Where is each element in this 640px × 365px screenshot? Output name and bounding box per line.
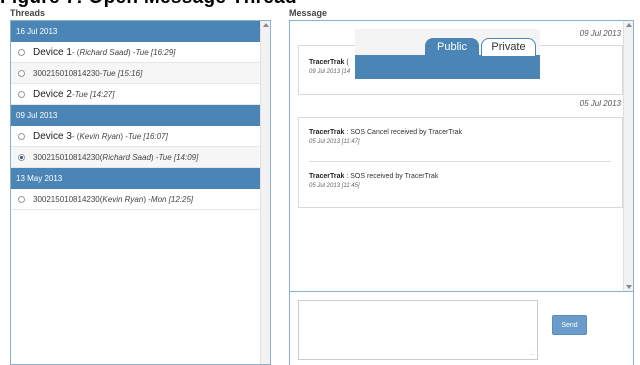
message-sender: TracerTrak — [309, 59, 345, 66]
send-button[interactable]: Send — [552, 315, 587, 335]
message-time: 05 Jul 2013 [11:47] — [309, 139, 360, 145]
scroll-up-icon[interactable] — [626, 23, 632, 27]
message-text: SOS received by TracerTrak — [350, 173, 439, 180]
thread-row[interactable]: Device 3 - ( Kevin Ryan ) - Tue [16:07] — [11, 126, 260, 147]
thread-meta-suffix: ) - — [143, 194, 151, 204]
thread-radio[interactable] — [18, 195, 25, 203]
thread-person: Kevin Ryan — [79, 131, 121, 141]
thread-meta-prefix: - ( — [71, 47, 80, 57]
message-item: TracerTrak : SOS received by TracerTrak … — [299, 173, 622, 189]
thread-meta-prefix: - ( — [71, 131, 80, 141]
message-divider — [309, 161, 611, 162]
thread-time: Tue [16:07] — [127, 131, 168, 141]
thread-meta-suffix: ) - — [120, 131, 128, 141]
message-text: SOS Cancel received by TracerTrak — [350, 129, 463, 136]
tab-public[interactable]: Public — [425, 38, 479, 56]
message-scrollbar[interactable] — [623, 21, 633, 291]
thread-group-header: 09 Jul 2013 — [11, 105, 260, 126]
thread-person: Kevin Ryan — [102, 194, 144, 204]
thread-time: Mon [12:25] — [150, 194, 194, 204]
thread-time: Tue [15:16] — [102, 68, 143, 78]
thread-radio-checked[interactable] — [18, 153, 25, 161]
thread-row-selected[interactable]: 300215010814230 ( Richard Saad ) - Tue [… — [11, 147, 260, 168]
thread-meta-suffix: ) - — [150, 152, 159, 162]
thread-device-name: Device 3 — [33, 130, 72, 142]
visibility-tab-strip — [355, 55, 540, 79]
thread-row[interactable]: 300215010814230 - Tue [15:16] — [11, 63, 260, 84]
message-panel: 09 Jul 2013 TracerTrak ( 09 Jul 2013 [14… — [289, 20, 634, 292]
scroll-up-icon[interactable] — [263, 23, 269, 27]
message-sender: TracerTrak — [309, 129, 345, 136]
thread-device-name: Device 2 — [33, 88, 72, 100]
page-heading-fragment: Figure 7: Open Message Thread — [0, 0, 297, 8]
message-date-label: 09 Jul 2013 — [579, 29, 621, 38]
thread-device-name: Device 1 — [33, 46, 72, 58]
thread-radio[interactable] — [18, 132, 25, 140]
thread-radio[interactable] — [18, 90, 25, 98]
message-box: TracerTrak : SOS Cancel received by Trac… — [298, 117, 623, 208]
message-separator: ( — [344, 59, 349, 66]
thread-person: Richard Saad — [102, 152, 151, 162]
visibility-popup: Public Private — [355, 29, 540, 79]
threads-panel: 16 Jul 2013 Device 1 - ( Richard Saad ) … — [10, 20, 271, 365]
resize-grip-icon[interactable]: ..: — [529, 351, 534, 357]
thread-person: Richard Saad — [79, 47, 128, 57]
tab-private[interactable]: Private — [481, 38, 536, 56]
message-sender: TracerTrak — [309, 173, 345, 180]
thread-row[interactable]: 300215010814230 ( Kevin Ryan ) - Mon [12… — [11, 189, 260, 210]
message-compose-input[interactable] — [298, 300, 538, 360]
thread-row[interactable]: Device 2 - Tue [14:27] — [11, 84, 260, 105]
thread-meta-suffix: ) - — [127, 47, 136, 57]
thread-time: Tue [14:27] — [74, 89, 115, 99]
message-item: TracerTrak : SOS Cancel received by Trac… — [299, 129, 622, 145]
thread-radio[interactable] — [18, 48, 25, 56]
message-date-label: 05 Jul 2013 — [579, 99, 621, 108]
page-heading-strip: Figure 7: Open Message Thread — [0, 0, 640, 8]
thread-group-header: 13 May 2013 — [11, 168, 260, 189]
message-label: Message — [289, 8, 328, 18]
threads-scrollbar[interactable] — [260, 21, 270, 364]
thread-row[interactable]: Device 1 - ( Richard Saad ) - Tue [16:29… — [11, 42, 260, 63]
scroll-down-icon[interactable] — [626, 285, 632, 289]
threads-label: Threads — [10, 8, 46, 18]
thread-radio[interactable] — [18, 69, 25, 77]
thread-time: Tue [14:09] — [158, 152, 199, 162]
message-time: 05 Jul 2013 [11:45] — [309, 183, 360, 189]
thread-device-id: 300215010814230 — [33, 68, 100, 78]
thread-device-id: 300215010814230 — [33, 194, 100, 204]
thread-device-id: 300215010814230 — [33, 152, 100, 162]
compose-area: ..: Send — [289, 292, 634, 365]
thread-group-header: 16 Jul 2013 — [11, 21, 260, 42]
thread-time: Tue [16:29] — [135, 47, 176, 57]
